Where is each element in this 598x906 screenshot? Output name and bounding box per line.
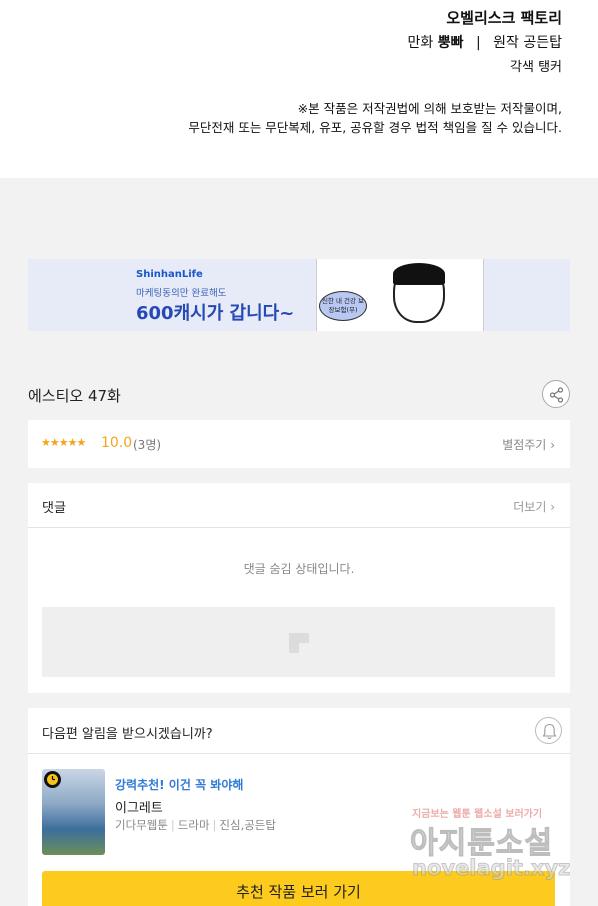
alert-question: 다음편 알림을 받으시겠습니까? — [42, 727, 213, 742]
cta-label: 추천 작품 보러 가기 — [236, 883, 361, 901]
color-credit: 각색 탱커 — [510, 60, 562, 75]
notice-line: 무단전재 또는 무단복제, 유포, 공유할 경우 법적 책임을 질 수 있습니다… — [188, 120, 562, 135]
recommendation-genre: 기다무웹툰 — [115, 818, 168, 832]
rate-button[interactable]: 별점주기 › — [502, 436, 555, 453]
comic-role: 만화 — [407, 35, 434, 51]
ad-banner[interactable]: ShinhanLife 마케팅동의만 완료해도 600캐시가 갑니다~ 신한 내… — [28, 259, 570, 331]
placeholder-image-icon — [289, 633, 309, 653]
meta-divider: | — [212, 818, 217, 832]
alert-header: 다음편 알림을 받으시겠습니까? — [28, 708, 570, 754]
recommendation-cta-button[interactable]: 추천 작품 보러 가기 — [42, 871, 555, 906]
comment-hidden-message: 댓글 숨김 상태입니다. — [243, 562, 355, 576]
rating-score: 10.0 — [101, 435, 133, 451]
banner-headline: 600캐시가 갑니다~ — [136, 303, 295, 324]
clock-icon — [44, 771, 61, 788]
studio-name: 오벨리스크 팩토리 — [446, 9, 562, 27]
comment-label: 댓글 — [42, 501, 66, 516]
recommendation-meta: 기다무웹툰 | 드라마 | 진심,공든탑 — [115, 817, 276, 833]
chevron-right-icon: › — [550, 500, 555, 514]
recommendation-category: 드라마 — [177, 818, 210, 832]
banner-subtext: 마케팅동의만 완료해도 — [136, 288, 227, 299]
recommendation-title[interactable]: 이그레트 — [115, 797, 163, 816]
rating-stars: ★★★★★ — [41, 436, 86, 449]
recommendation-thumbnail[interactable] — [42, 769, 105, 855]
banner-bubble: 신한 내 건강 보장보험(무) — [319, 291, 367, 321]
bell-icon — [542, 723, 557, 740]
rate-button-label: 별점주기 — [502, 438, 547, 452]
comment-placeholder — [42, 607, 555, 677]
comment-more-label: 더보기 — [513, 500, 547, 514]
meta-divider: | — [170, 818, 175, 832]
recommendation-badge: 강력추천! 이건 꼭 봐야해 — [115, 778, 244, 792]
next-episode-alert-card: 다음편 알림을 받으시겠습니까? 강력추천! 이건 꼭 봐야해 이그레트 기다무… — [28, 708, 570, 906]
author-credits: 만화 뿡빠 | 원작 공든탑 — [408, 32, 562, 52]
chevron-right-icon: › — [550, 438, 555, 452]
credits-section: 오벨리스크 팩토리 만화 뿡빠 | 원작 공든탑 각색 탱커 ※본 작품은 저작… — [0, 0, 598, 178]
comment-header: 댓글 더보기 › — [28, 483, 570, 528]
banner-brand: ShinhanLife — [136, 269, 203, 280]
comment-more-button[interactable]: 더보기 › — [513, 498, 555, 515]
episode-title: 에스티오 47화 — [28, 387, 121, 405]
episode-title-row: 에스티오 47화 — [28, 380, 570, 410]
notice-line: ※본 작품은 저작권법에 의해 보호받는 저작물이며, — [297, 101, 562, 116]
cartoon-hair — [393, 263, 445, 285]
copyright-notice: ※본 작품은 저작권법에 의해 보호받는 저작물이며, 무단전재 또는 무단복제… — [188, 99, 562, 137]
rating-count: (3명) — [133, 438, 162, 452]
original-role: 원작 — [493, 35, 519, 51]
recommendation-authors: 진심,공든탑 — [219, 818, 276, 832]
original-author: 공든탑 — [523, 35, 562, 51]
share-icon — [549, 387, 564, 403]
share-button[interactable] — [542, 380, 570, 408]
alert-bell-button[interactable] — [535, 717, 562, 744]
rating-card: ★★★★★ 10.0 (3명) 별점주기 › — [28, 420, 570, 468]
comment-card: 댓글 더보기 › 댓글 숨김 상태입니다. — [28, 483, 570, 693]
comic-author: 뿡빠 — [437, 35, 464, 51]
credit-separator: | — [475, 35, 481, 51]
banner-illustration: 신한 내 건강 보장보험(무) — [316, 259, 484, 331]
